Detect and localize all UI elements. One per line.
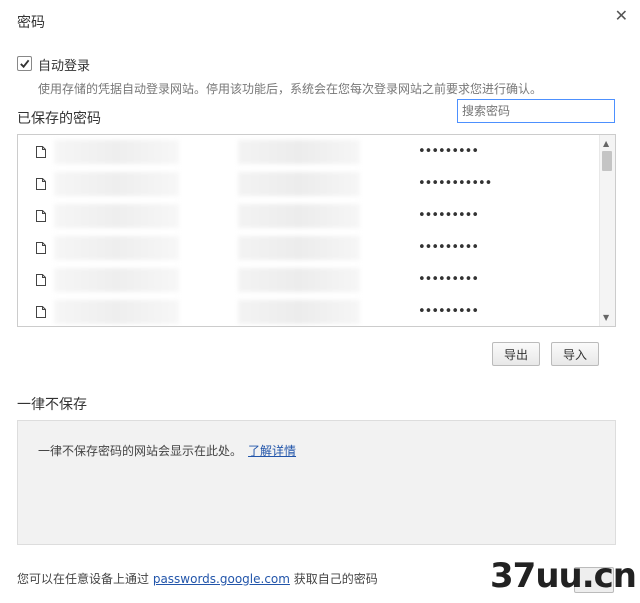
table-row[interactable]: ••••••••••• (18, 168, 601, 200)
table-row[interactable]: ••••••••• (18, 136, 601, 168)
footer-note: 您可以在任意设备上通过 passwords.google.com 获取自己的密码 (17, 570, 378, 587)
username-blurred (238, 140, 360, 164)
table-row[interactable]: ••••••••• (18, 232, 601, 264)
username-blurred (238, 172, 360, 196)
search-input[interactable] (457, 99, 615, 123)
username-blurred (238, 268, 360, 292)
watermark-logo: 37uu.cn (490, 556, 637, 596)
never-save-message: 一律不保存密码的网站会显示在此处。 了解详情 (38, 442, 296, 459)
table-row[interactable]: ••••••••• (18, 296, 601, 326)
document-icon (36, 306, 46, 318)
scroll-up-icon[interactable]: ▲ (603, 139, 609, 148)
document-icon (36, 178, 46, 190)
scrollbar[interactable]: ▲ ▼ (599, 135, 615, 326)
saved-passwords-list[interactable]: ••••••••• ••••••••••• ••••••••• ••••••••… (17, 134, 616, 327)
password-mask: ••••••••• (418, 240, 479, 255)
never-save-panel (17, 420, 616, 545)
close-icon[interactable]: ✕ (615, 6, 628, 25)
autologin-checkbox[interactable] (17, 56, 32, 71)
saved-passwords-title: 已保存的密码 (17, 111, 101, 127)
passwords-google-link[interactable]: passwords.google.com (153, 572, 290, 586)
site-blurred (54, 268, 179, 292)
table-row[interactable]: ••••••••• (18, 200, 601, 232)
username-blurred (238, 236, 360, 260)
site-blurred (54, 300, 179, 324)
footer-suffix: 获取自己的密码 (289, 572, 378, 586)
document-icon (36, 274, 46, 286)
site-blurred (54, 236, 179, 260)
password-mask: ••••••••••• (418, 176, 492, 191)
check-icon (20, 59, 30, 69)
never-save-title: 一律不保存 (17, 397, 87, 413)
username-blurred (238, 204, 360, 228)
autologin-label[interactable]: 自动登录 (38, 55, 90, 74)
password-mask: ••••••••• (418, 272, 479, 287)
autologin-hint: 使用存储的凭据自动登录网站。停用该功能后，系统会在您每次登录网站之前要求您进行确… (38, 82, 543, 96)
export-button[interactable]: 导出 (492, 342, 540, 366)
import-button[interactable]: 导入 (551, 342, 599, 366)
site-blurred (54, 204, 179, 228)
document-icon (36, 242, 46, 254)
scroll-down-icon[interactable]: ▼ (603, 313, 609, 322)
password-mask: ••••••••• (418, 304, 479, 319)
table-row[interactable]: ••••••••• (18, 264, 601, 296)
dialog-title: 密码 (17, 15, 45, 31)
document-icon (36, 146, 46, 158)
learn-more-link[interactable]: 了解详情 (248, 444, 296, 458)
site-blurred (54, 172, 179, 196)
document-icon (36, 210, 46, 222)
footer-prefix: 您可以在任意设备上通过 (17, 572, 153, 586)
password-mask: ••••••••• (418, 208, 479, 223)
scrollbar-thumb[interactable] (602, 151, 612, 171)
site-blurred (54, 140, 179, 164)
password-mask: ••••••••• (418, 144, 479, 159)
never-save-text: 一律不保存密码的网站会显示在此处。 (38, 444, 243, 458)
username-blurred (238, 300, 360, 324)
